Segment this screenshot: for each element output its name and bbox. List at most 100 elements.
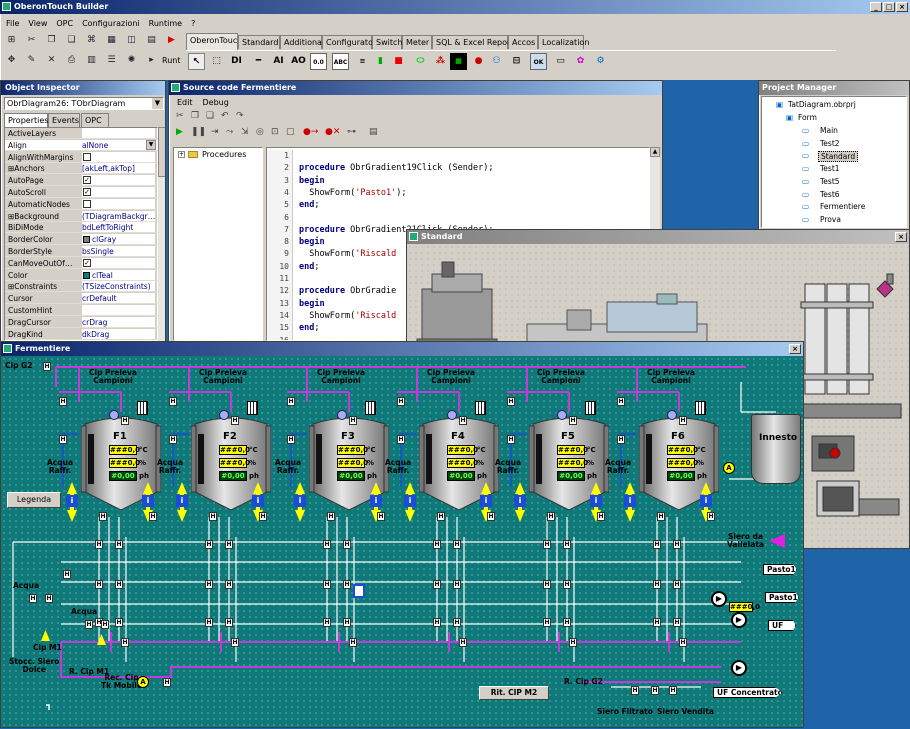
menu-edit[interactable]: Edit [177, 98, 193, 107]
valve-h[interactable]: H [209, 512, 217, 521]
property-row[interactable]: CustomHint [5, 305, 158, 316]
project-item[interactable]: Main [818, 126, 840, 135]
valve-h[interactable]: H [563, 618, 571, 627]
toggle-breakpoint-icon[interactable]: ●→ [303, 127, 318, 137]
info-icon[interactable]: i [252, 495, 264, 507]
valve-h[interactable]: H [673, 618, 681, 627]
window-icon[interactable]: ▭ [552, 53, 569, 70]
label-display-icon[interactable]: ABC [332, 53, 349, 70]
property-row[interactable]: BorderStyle bsSingle [5, 246, 158, 257]
red-block-icon[interactable]: ■ [390, 53, 407, 70]
valve-h[interactable]: H [43, 362, 51, 371]
inspector-titlebar[interactable]: Object Inspector [1, 81, 165, 95]
valve-h[interactable]: H [225, 580, 233, 589]
valve-h[interactable]: H [121, 638, 129, 647]
property-value[interactable]: clTeal [82, 269, 155, 280]
innesto-badge[interactable]: A [723, 462, 735, 474]
valve-icon[interactable] [337, 410, 347, 420]
valve-h[interactable]: H [95, 540, 103, 549]
counter-icon[interactable]: ≡ [354, 53, 371, 70]
innesto-tank[interactable] [751, 414, 801, 484]
green-led-icon[interactable]: ⬭ [412, 53, 429, 70]
pointer-icon[interactable]: ↖ [188, 53, 205, 70]
di-component[interactable]: DI [228, 53, 245, 70]
property-row[interactable]: Align alNone ▼ [5, 139, 158, 151]
project-titlebar[interactable]: Project Manager [759, 81, 909, 95]
level-icon[interactable]: ▮ [372, 53, 389, 70]
grid-icon[interactable]: ▦ [104, 33, 119, 48]
property-value[interactable]: dkDrag [82, 328, 155, 339]
info-icon[interactable]: i [370, 495, 382, 507]
break-icon[interactable]: ⊡ [271, 127, 279, 137]
valve-h[interactable]: H [507, 397, 515, 406]
valve-h[interactable]: H [343, 580, 351, 589]
info-icon[interactable]: i [142, 495, 154, 507]
property-value[interactable]: (TDiagramBackgr… [82, 210, 155, 221]
eval-icon[interactable]: ⊶ [347, 127, 356, 137]
property-checkbox[interactable] [83, 152, 91, 161]
valve-h[interactable]: H [377, 512, 385, 521]
valve-h[interactable]: H [231, 638, 239, 647]
group-icon[interactable]: ⌘ [84, 33, 99, 48]
valve-icon[interactable] [447, 410, 457, 420]
property-value[interactable] [82, 257, 155, 268]
list-icon[interactable]: ☰ [104, 53, 119, 68]
info-icon[interactable]: i [700, 495, 712, 507]
palette-tab-2[interactable]: Additional [280, 35, 324, 49]
valve-h[interactable]: H [487, 512, 495, 521]
pump-icon[interactable]: ▶ [731, 660, 747, 676]
valve-h[interactable]: H [169, 435, 177, 444]
palette-tab-7[interactable]: Accos [508, 35, 538, 49]
valve-h[interactable]: H [673, 540, 681, 549]
procedures-node[interactable]: Procedures [202, 150, 246, 159]
palette-tab-4[interactable]: Switch [372, 35, 402, 49]
step-icon[interactable]: ⇥ [211, 127, 219, 137]
menu-[interactable]: ? [191, 19, 195, 28]
valve-h[interactable]: H [547, 512, 555, 521]
bp-icon[interactable]: ▢ [286, 127, 295, 137]
move-icon[interactable]: ✥ [4, 53, 19, 68]
valve-icon[interactable] [219, 410, 229, 420]
valve-h[interactable]: H [231, 416, 239, 425]
agitator-icon[interactable] [365, 401, 376, 415]
valve-h[interactable]: H [101, 620, 109, 629]
property-value[interactable]: clGray [82, 234, 155, 245]
menu-runtime[interactable]: Runtime [149, 19, 182, 28]
agitator-icon[interactable] [475, 401, 486, 415]
valve-h[interactable]: H [121, 416, 129, 425]
diagram-icon[interactable]: ⚙ [592, 53, 609, 70]
property-value[interactable] [82, 305, 155, 315]
pointer-alt-icon[interactable]: ⬚ [208, 53, 225, 70]
inspector-scrollbar[interactable] [158, 127, 165, 341]
valve-h[interactable]: H [631, 686, 639, 695]
valve-h[interactable]: H [205, 580, 213, 589]
project-item[interactable]: Test6 [818, 190, 842, 199]
valve-h[interactable]: H [673, 580, 681, 589]
ai-component[interactable]: AI [270, 53, 287, 70]
property-row[interactable]: ActiveLayers [5, 128, 158, 139]
source-titlebar[interactable]: Source code Fermentiere [169, 81, 662, 95]
trace-icon[interactable]: ⇲ [241, 127, 249, 137]
layers-icon[interactable]: ◫ [124, 33, 139, 48]
agitator-icon[interactable] [585, 401, 596, 415]
property-row[interactable]: Color clTeal [5, 269, 158, 281]
valve-h[interactable]: H [225, 540, 233, 549]
code-line[interactable]: end; [299, 199, 319, 211]
code-line[interactable]: ShowForm('Pasto1'); [299, 187, 406, 199]
info-icon[interactable]: i [176, 495, 188, 507]
valve-h[interactable]: H [29, 594, 37, 603]
valve-h[interactable]: H [397, 397, 405, 406]
multi-led-icon[interactable]: ⁂ [432, 53, 449, 70]
property-checkbox[interactable]: ✓ [83, 258, 91, 267]
property-value[interactable]: alNone [82, 139, 155, 150]
valve-h[interactable]: H [453, 540, 461, 549]
property-row[interactable]: BorderColor clGray [5, 234, 158, 246]
valve-h[interactable]: H [397, 435, 405, 444]
redo-icon[interactable]: ↷ [236, 111, 244, 121]
undo-icon[interactable]: ↶ [221, 111, 229, 121]
valve-h[interactable]: H [437, 512, 445, 521]
info-icon[interactable]: i [514, 495, 526, 507]
property-checkbox[interactable]: ✓ [83, 188, 91, 196]
valve-h[interactable]: H [453, 580, 461, 589]
valve-h[interactable]: H [149, 512, 157, 521]
